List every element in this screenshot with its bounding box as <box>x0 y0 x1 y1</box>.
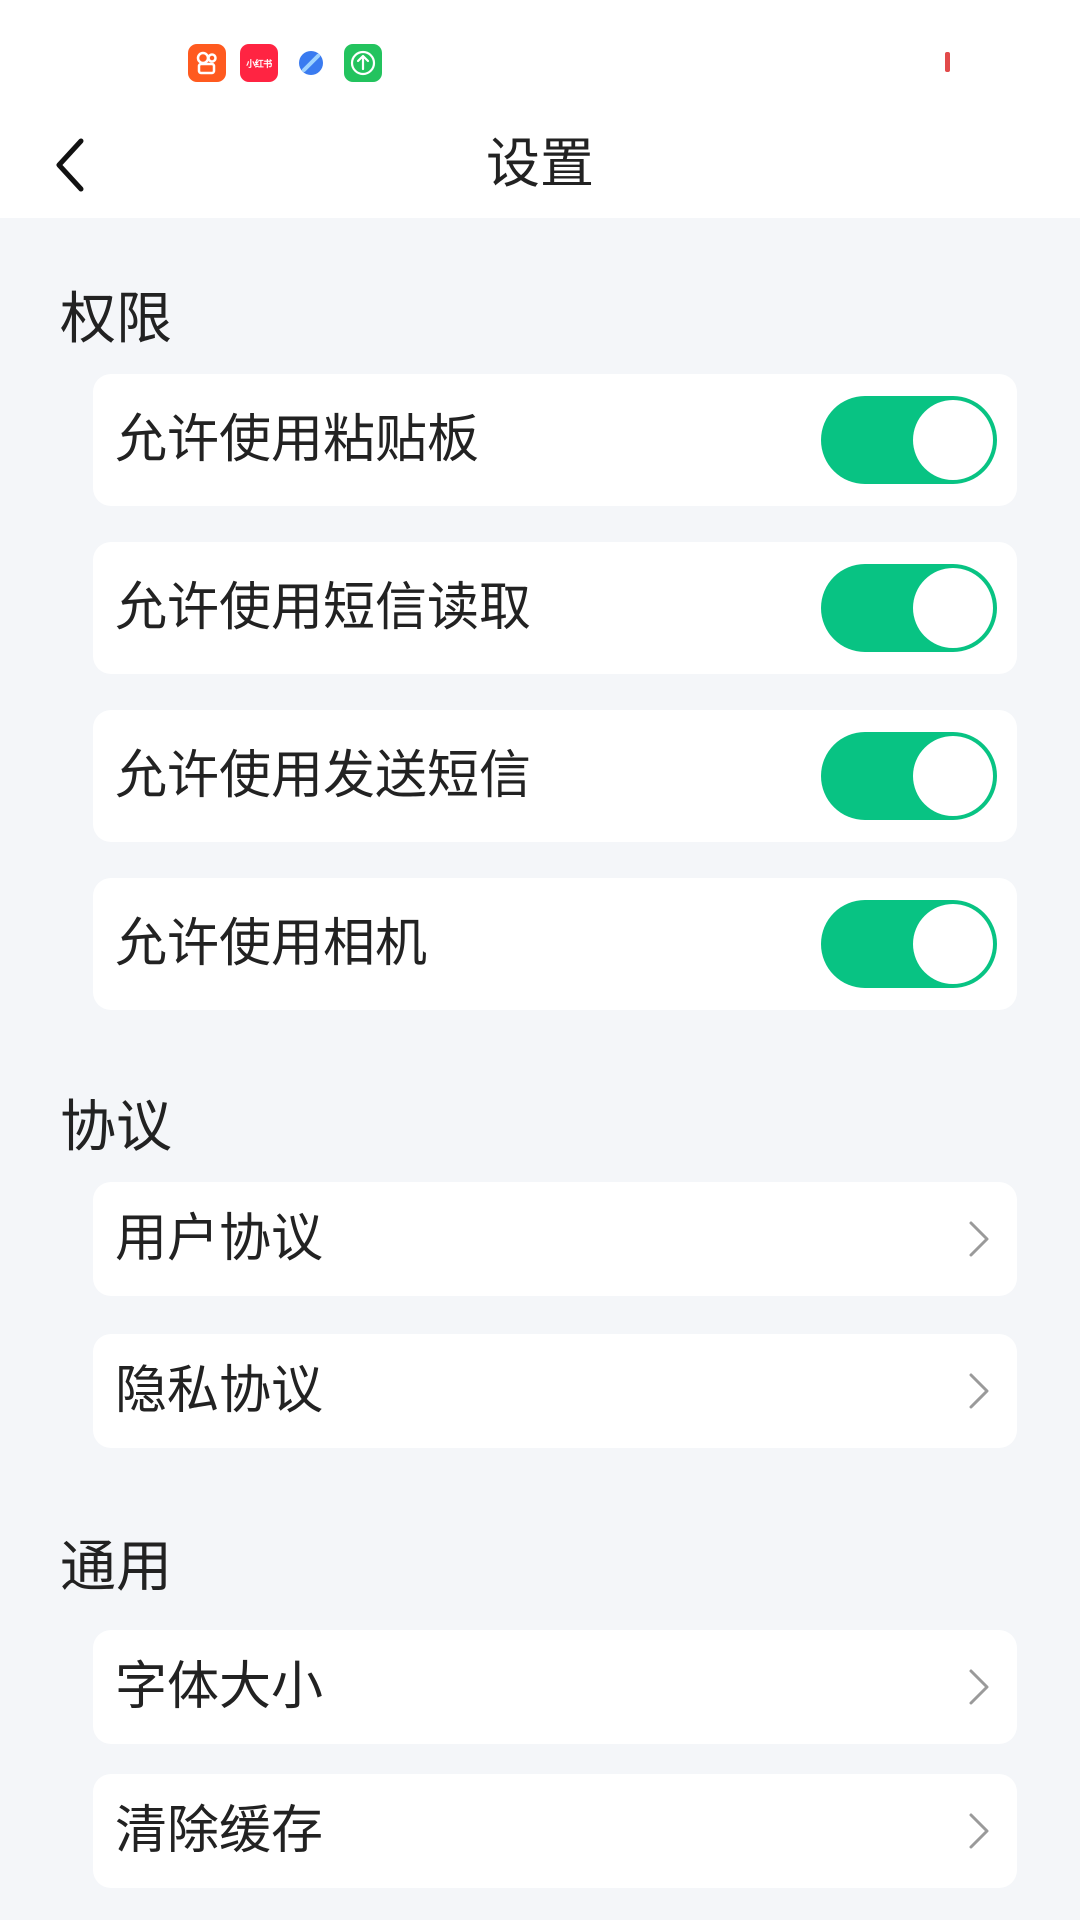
toggle-knob <box>913 400 993 480</box>
list-item-privacy-agreement[interactable]: 隐私协议 <box>93 1334 1017 1448</box>
chevron-right-icon <box>969 1669 989 1705</box>
camera-toggle[interactable] <box>821 900 997 988</box>
nav-bar: 设置 <box>0 110 1080 218</box>
xiaohongshu-icon-text: 小红书 <box>246 59 272 70</box>
sms-send-toggle[interactable] <box>821 732 997 820</box>
section-title-permissions: 权限 <box>60 287 172 352</box>
permission-row-clipboard: 允许使用粘贴板 <box>93 374 1017 506</box>
upload-icon <box>344 44 382 82</box>
list-item-user-agreement[interactable]: 用户协议 <box>93 1182 1017 1296</box>
page-title: 设置 <box>486 132 594 195</box>
section-title-general: 通用 <box>60 1535 172 1600</box>
permission-label: 允许使用相机 <box>115 914 428 974</box>
battery-indicator <box>945 52 950 72</box>
list-item-font-size[interactable]: 字体大小 <box>93 1630 1017 1744</box>
toggle-knob <box>913 904 993 984</box>
toggle-knob <box>913 568 993 648</box>
list-item-label: 用户协议 <box>115 1209 324 1269</box>
status-bar: 小红书 <box>0 0 1080 110</box>
list-item-label: 隐私协议 <box>115 1361 324 1421</box>
browser-icon <box>292 44 330 82</box>
chevron-right-icon <box>969 1373 989 1409</box>
permission-label: 允许使用发送短信 <box>115 746 532 806</box>
permission-row-sms-send: 允许使用发送短信 <box>93 710 1017 842</box>
section-title-agreements: 协议 <box>60 1095 172 1160</box>
list-item-label: 清除缓存 <box>115 1801 324 1861</box>
kuaishou-icon <box>188 44 226 82</box>
clipboard-toggle[interactable] <box>821 396 997 484</box>
permission-label: 允许使用短信读取 <box>115 578 532 638</box>
chevron-right-icon <box>969 1221 989 1257</box>
permission-row-camera: 允许使用相机 <box>93 878 1017 1010</box>
chevron-right-icon <box>969 1813 989 1849</box>
sms-read-toggle[interactable] <box>821 564 997 652</box>
toggle-knob <box>913 736 993 816</box>
xiaohongshu-icon: 小红书 <box>240 44 278 82</box>
list-item-label: 字体大小 <box>115 1657 324 1717</box>
list-item-clear-cache[interactable]: 清除缓存 <box>93 1774 1017 1888</box>
permission-row-sms-read: 允许使用短信读取 <box>93 542 1017 674</box>
permission-label: 允许使用粘贴板 <box>115 410 480 470</box>
